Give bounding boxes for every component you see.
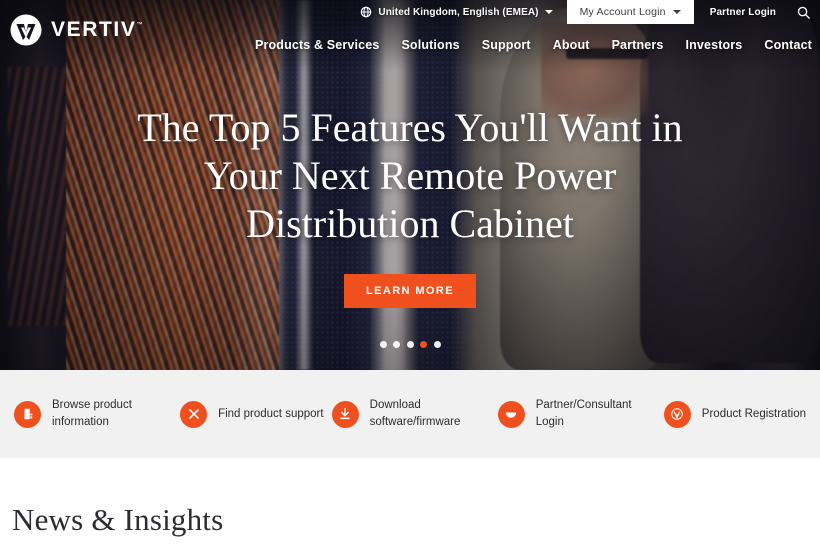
main-navigation: Products & Services Solutions Support Ab… xyxy=(255,38,812,52)
carousel-dots[interactable] xyxy=(0,341,820,348)
carousel-dot-5[interactable] xyxy=(433,341,441,348)
vertiv-logo-icon xyxy=(10,14,42,46)
download-icon xyxy=(331,400,359,428)
carousel-dot-2[interactable] xyxy=(393,341,400,348)
news-section-title: News & Insights xyxy=(12,502,224,537)
quick-link-browse-product-information[interactable]: Browse product information xyxy=(14,397,172,431)
quick-link-label: Partner/Consultant Login xyxy=(535,399,632,428)
carousel-dot-3[interactable] xyxy=(406,341,414,348)
nav-item-solutions[interactable]: Solutions xyxy=(401,38,459,52)
quick-link-product-registration[interactable]: Product Registration xyxy=(663,400,806,428)
vertiv-wordmark: VERTIV™ xyxy=(51,18,142,42)
nav-item-partners[interactable]: Partners xyxy=(612,38,664,52)
my-account-login-label: My Account Login xyxy=(579,6,666,18)
nav-item-products-services[interactable]: Products & Services xyxy=(255,38,379,52)
vertiv-badge-icon xyxy=(663,400,691,428)
carousel-dot-1[interactable] xyxy=(379,341,387,348)
quick-link-label: Download software/firmware xyxy=(369,399,461,428)
vertiv-wordmark-text: VERTIV xyxy=(51,18,137,41)
quick-link-find-product-support[interactable]: Find product support xyxy=(180,400,324,428)
locale-selector[interactable]: United Kingdom, English (EMEA) xyxy=(360,6,553,18)
chevron-down-icon xyxy=(544,10,553,14)
nav-item-about[interactable]: About xyxy=(553,38,590,52)
document-icon xyxy=(14,400,41,428)
nav-item-support[interactable]: Support xyxy=(482,38,531,52)
quick-link-label: Find product support xyxy=(218,407,324,420)
nav-item-contact[interactable]: Contact xyxy=(764,38,812,52)
page-root: The Top 5 Features You'll Want in Your N… xyxy=(0,0,820,548)
trademark-symbol: ™ xyxy=(136,22,143,28)
news-section: News & Insights xyxy=(0,458,820,548)
quick-link-download-software-firmware[interactable]: Download software/firmware xyxy=(331,397,490,431)
locale-label: United Kingdom, English (EMEA) xyxy=(378,6,539,18)
quick-links-bar: Browse product information Find product … xyxy=(0,370,820,458)
quick-link-label: Browse product information xyxy=(52,399,132,428)
tools-icon xyxy=(180,400,208,428)
globe-icon xyxy=(361,6,372,18)
hero-content: The Top 5 Features You'll Want in Your N… xyxy=(0,0,820,370)
quick-link-label: Product Registration xyxy=(701,407,806,420)
hero-headline: The Top 5 Features You'll Want in Your N… xyxy=(137,105,683,246)
vertiv-logo[interactable]: VERTIV™ xyxy=(10,14,142,46)
learn-more-button[interactable]: LEARN MORE xyxy=(344,274,476,308)
carousel-dot-4[interactable] xyxy=(420,341,427,348)
my-account-login-dropdown[interactable]: My Account Login xyxy=(566,0,694,24)
hero-banner: The Top 5 Features You'll Want in Your N… xyxy=(0,0,820,370)
nav-item-investors[interactable]: Investors xyxy=(685,38,742,52)
search-button[interactable] xyxy=(792,1,814,23)
partner-login-link[interactable]: Partner Login xyxy=(710,7,776,18)
quick-link-partner-consultant-login[interactable]: Partner/Consultant Login xyxy=(497,397,656,431)
chevron-down-icon xyxy=(672,10,681,14)
handshake-icon xyxy=(497,400,525,428)
search-icon xyxy=(797,6,810,19)
